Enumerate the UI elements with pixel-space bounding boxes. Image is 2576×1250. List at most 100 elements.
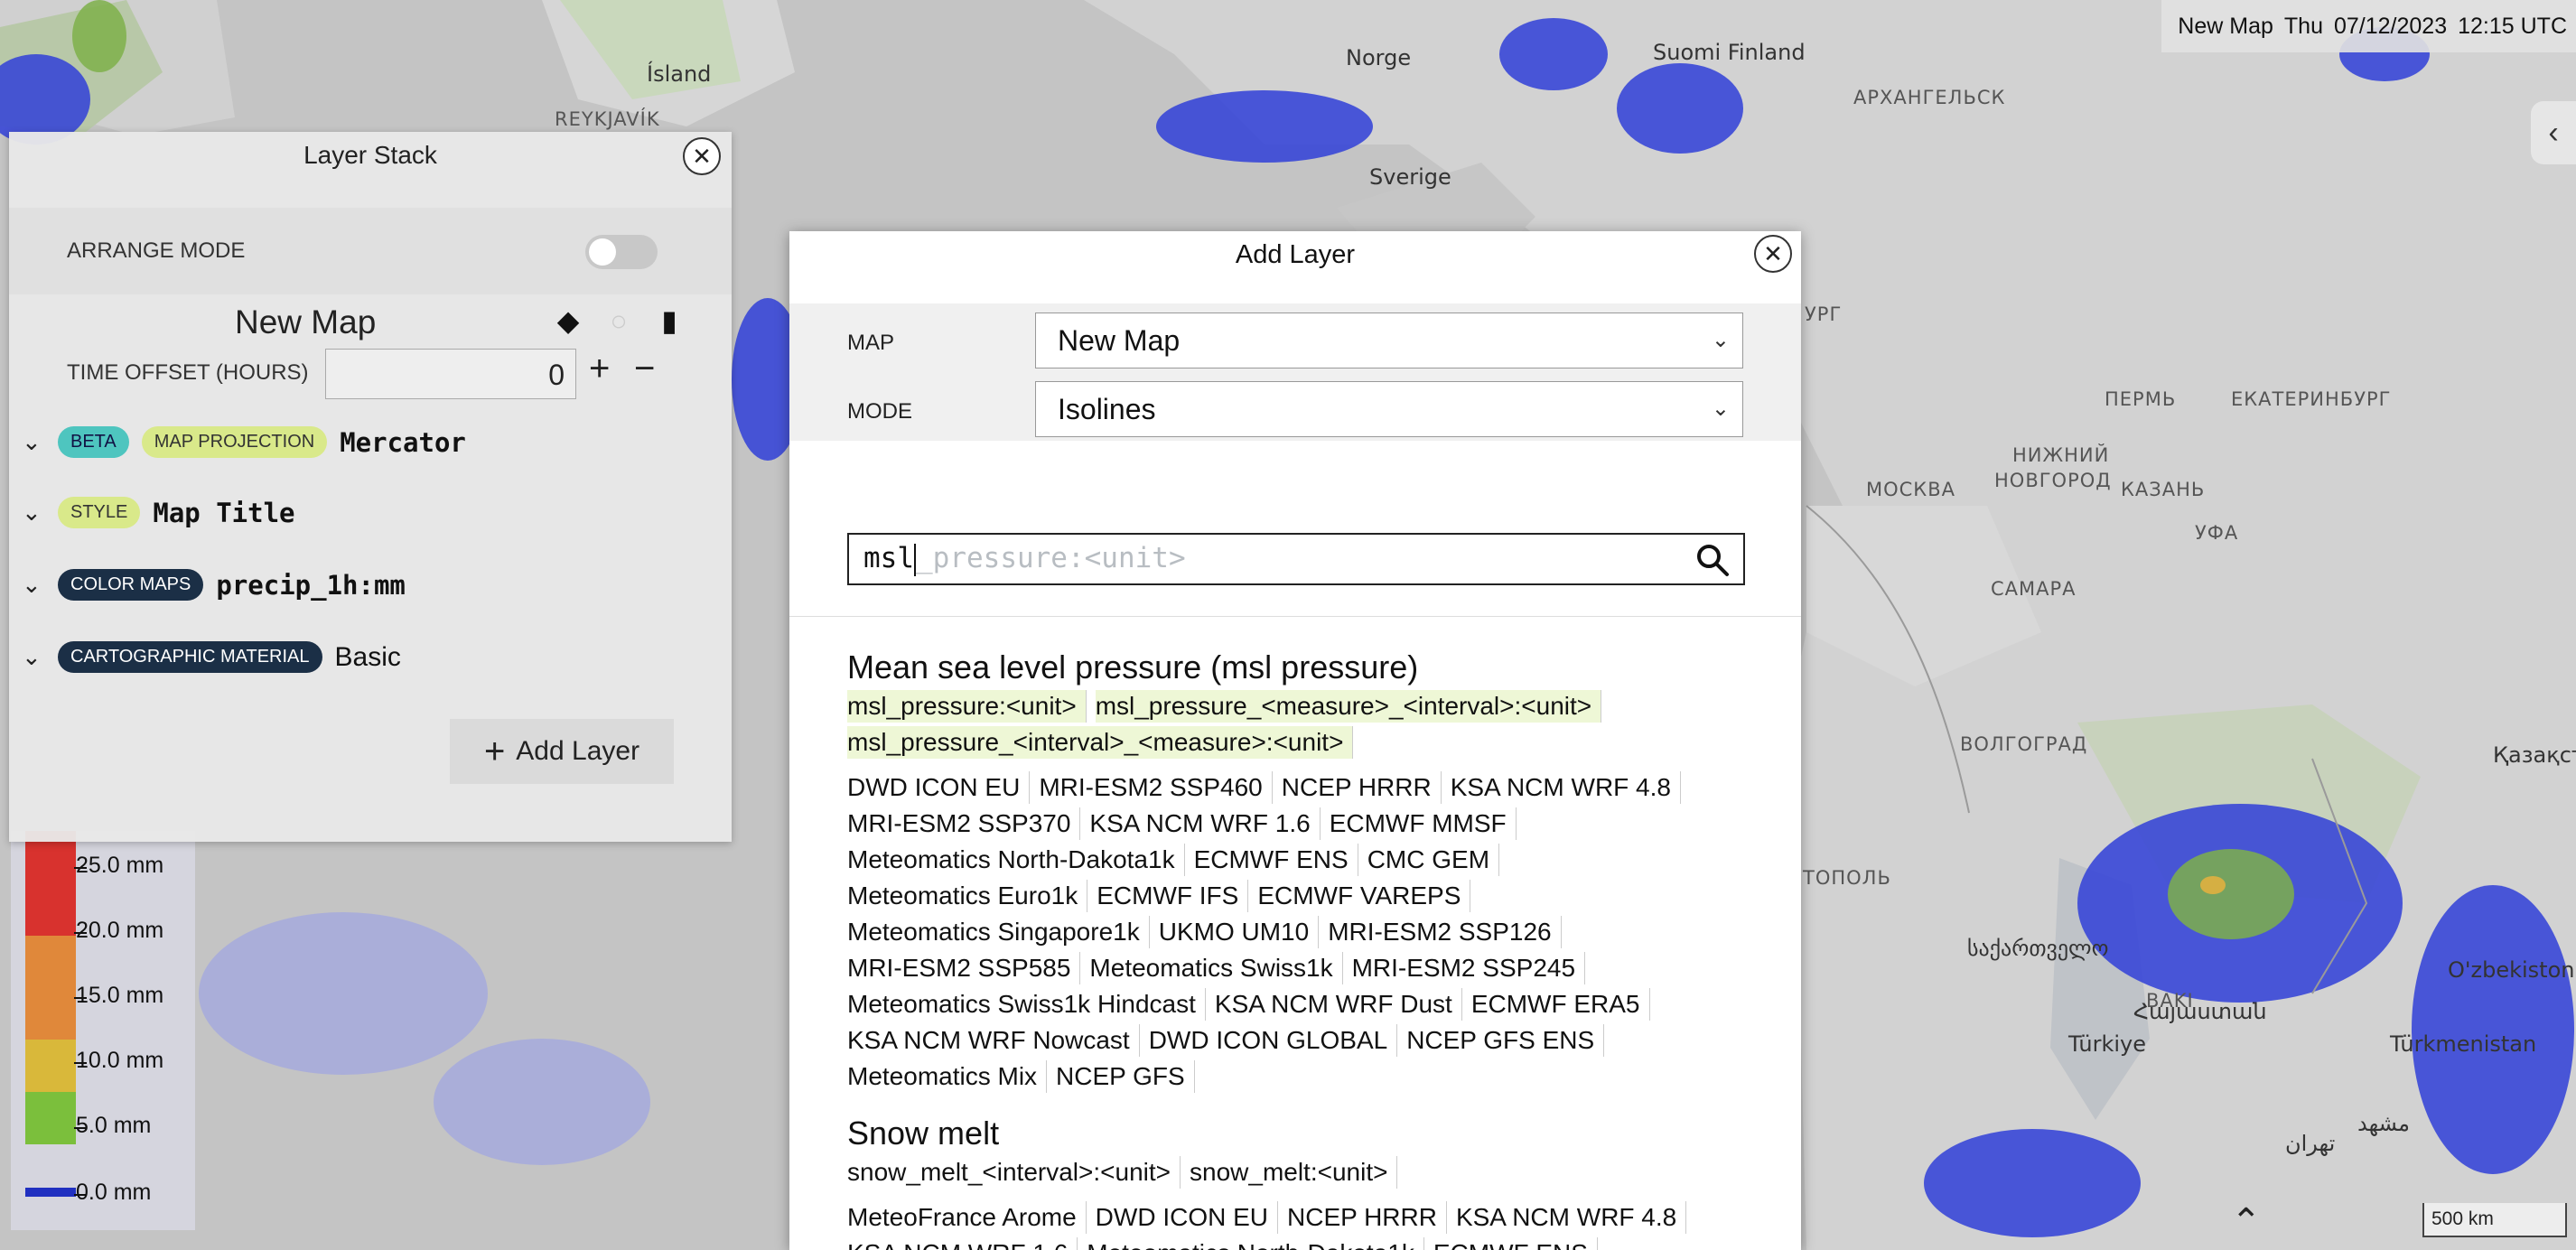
visibility-icon[interactable]: ○ [603, 304, 634, 338]
model-chip[interactable]: MRI-ESM2 SSP585 [847, 952, 1081, 984]
result-title[interactable]: Snow melt [847, 1115, 1750, 1152]
trash-icon[interactable]: ▮ [654, 303, 685, 338]
model-chip[interactable]: Meteomatics Euro1k [847, 880, 1088, 912]
time-offset-increment-button[interactable]: + [589, 349, 610, 389]
chevron-down-icon[interactable]: ⌄ [22, 571, 45, 599]
model-chip[interactable]: ECMWF VAREPS [1257, 880, 1471, 912]
parameter-chip[interactable]: msl_pressure:<unit> [847, 690, 1087, 723]
section-value: Basic [334, 641, 401, 672]
model-chip[interactable]: UKMO UM10 [1159, 916, 1320, 948]
model-chip[interactable]: NCEP HRRR [1287, 1201, 1447, 1234]
section-tag: COLOR MAPS [58, 569, 204, 601]
map-place-label: АРХАНГЕЛЬСК [1853, 87, 2006, 108]
parameter-list: msl_pressure:<unit> msl_pressure_<measure… [847, 690, 1750, 760]
layer-stack-close-button[interactable]: ✕ [683, 137, 721, 175]
add-layer-button[interactable]: + Add Layer [450, 719, 674, 784]
model-chip[interactable]: Meteomatics Swiss1k Hindcast [847, 988, 1206, 1021]
mode-select[interactable]: Isolines ⌄ [1035, 381, 1743, 437]
model-chip[interactable]: KSA NCM WRF Dust [1215, 988, 1462, 1021]
add-layer-label: Add Layer [516, 736, 640, 766]
model-chip[interactable]: Meteomatics Swiss1k [1089, 952, 1343, 984]
chevron-up-icon[interactable]: ⌃ [2231, 1201, 2262, 1243]
chevron-down-icon[interactable]: ⌄ [22, 428, 45, 456]
section-value: Map Title [153, 497, 295, 528]
model-chip[interactable]: KSA NCM WRF 4.8 [1456, 1201, 1687, 1234]
map-place-label: Türkiye [2068, 1031, 2146, 1057]
model-chip[interactable]: ECMWF IFS [1097, 880, 1249, 912]
map-place-label: УФА [2195, 522, 2239, 544]
model-chip[interactable]: CMC GEM [1367, 844, 1500, 876]
map-place-label: مشهد [2357, 1111, 2410, 1136]
parameter-chip[interactable]: msl_pressure_<measure>_<interval>:<unit> [1095, 690, 1602, 723]
legend-color-segment [25, 987, 76, 1040]
model-chip[interactable]: MRI-ESM2 SSP245 [1352, 952, 1586, 984]
parameter-chip[interactable]: msl_pressure_<interval>_<measure>:<unit> [847, 726, 1354, 759]
legend-color-bar [25, 831, 76, 1197]
model-chip[interactable]: MeteoFrance Arome [847, 1201, 1087, 1234]
arrange-mode-toggle[interactable] [585, 235, 658, 269]
model-chip[interactable]: MRI-ESM2 SSP126 [1328, 916, 1562, 948]
time-offset-label: TIME OFFSET (HOURS) [67, 360, 309, 385]
map-place-label: Suomi Finland [1653, 40, 1806, 65]
model-chip[interactable]: Meteomatics North-Dakota1k [1087, 1237, 1424, 1250]
search-icon[interactable] [1694, 542, 1731, 578]
model-chip[interactable]: DWD ICON EU [847, 771, 1031, 804]
model-chip[interactable]: NCEP GFS ENS [1406, 1024, 1605, 1057]
sidebar-toggle-button[interactable]: ‹ [2531, 101, 2576, 164]
search-result[interactable]: Snow melt snow_melt_<interval>:<unit> snow… [847, 1115, 1750, 1250]
map-place-label: МОСКВА [1866, 479, 1955, 500]
plus-icon: + [483, 731, 506, 771]
legend-color-segment [25, 935, 76, 988]
dialog-close-button[interactable]: ✕ [1754, 235, 1792, 273]
layer-section[interactable]: ⌄ CARTOGRAPHIC MATERIAL Basic [9, 641, 732, 673]
model-chip[interactable]: NCEP GFS [1056, 1060, 1195, 1093]
layer-section[interactable]: ⌄ BETA MAP PROJECTION Mercator [9, 426, 732, 458]
chevron-down-icon[interactable]: ⌄ [22, 499, 45, 527]
map-place-label: ТОПОЛЬ [1803, 867, 1891, 889]
parameter-search-input[interactable]: msl _pressure:<unit> [847, 533, 1745, 585]
model-chip[interactable]: DWD ICON EU [1096, 1201, 1278, 1234]
result-title[interactable]: Mean sea level pressure (msl pressure) [847, 648, 1750, 686]
model-chip[interactable]: ECMWF ENS [1433, 1237, 1598, 1250]
map-place-label: ВОЛГОГРАД [1960, 733, 2088, 755]
search-result[interactable]: Mean sea level pressure (msl pressure) ms… [847, 648, 1750, 1095]
mode-select-value: Isolines [1058, 393, 1156, 425]
model-chip[interactable]: KSA NCM WRF 4.8 [1451, 771, 1681, 804]
model-chip[interactable]: ECMWF ENS [1194, 844, 1358, 876]
map-place-label: НИЖНИЙ [2012, 444, 2110, 466]
model-chip[interactable]: NCEP HRRR [1282, 771, 1442, 804]
model-chip[interactable]: KSA NCM WRF Nowcast [847, 1024, 1140, 1057]
legend-label: 10.0 mm [76, 1048, 164, 1073]
time-offset-decrement-button[interactable]: − [634, 349, 655, 389]
model-chip[interactable]: ECMWF ERA5 [1471, 988, 1650, 1021]
parameter-list: snow_melt_<interval>:<unit> snow_melt:<un… [847, 1156, 1750, 1190]
map-place-label: Norge [1346, 45, 1412, 70]
layer-stack-panel: Layer Stack ✕ ARRANGE MODE New Map ◆ ○ ▮… [9, 132, 732, 842]
header-date: 07/12/2023 [2333, 13, 2448, 39]
layers-icon[interactable]: ◆ [553, 303, 583, 338]
layer-section[interactable]: ⌄ STYLE Map Title [9, 497, 732, 528]
search-typed-text: msl [863, 542, 914, 574]
map-place-label: НОВГОРОД [1994, 470, 2112, 491]
header-time: 12:15 UTC [2458, 13, 2567, 39]
chevron-down-icon[interactable]: ⌄ [22, 643, 45, 671]
model-chip[interactable]: MRI-ESM2 SSP460 [1039, 771, 1273, 804]
model-chip[interactable]: Meteomatics North-Dakota1k [847, 844, 1185, 876]
arrange-mode-label: ARRANGE MODE [67, 238, 246, 263]
model-chip[interactable]: Meteomatics Mix [847, 1060, 1048, 1093]
time-offset-input[interactable]: 0 [325, 349, 576, 399]
model-chip[interactable]: ECMWF MMSF [1330, 807, 1517, 840]
model-chip[interactable]: DWD ICON GLOBAL [1149, 1024, 1398, 1057]
layer-section[interactable]: ⌄ COLOR MAPS precip_1h:mm [9, 569, 732, 601]
legend-color-segment [25, 1188, 76, 1197]
model-chip[interactable]: KSA NCM WRF 1.6 [847, 1237, 1078, 1250]
parameter-chip[interactable]: snow_melt:<unit> [1190, 1156, 1398, 1189]
legend-label: 25.0 mm [76, 853, 164, 878]
model-chip[interactable]: Meteomatics Singapore1k [847, 916, 1150, 948]
model-chip[interactable]: MRI-ESM2 SSP370 [847, 807, 1081, 840]
parameter-chip[interactable]: snow_melt_<interval>:<unit> [847, 1156, 1181, 1189]
legend-label: 20.0 mm [76, 918, 164, 943]
dialog-title: Add Layer [1235, 240, 1356, 269]
map-select[interactable]: New Map ⌄ [1035, 312, 1743, 368]
model-chip[interactable]: KSA NCM WRF 1.6 [1089, 807, 1321, 840]
